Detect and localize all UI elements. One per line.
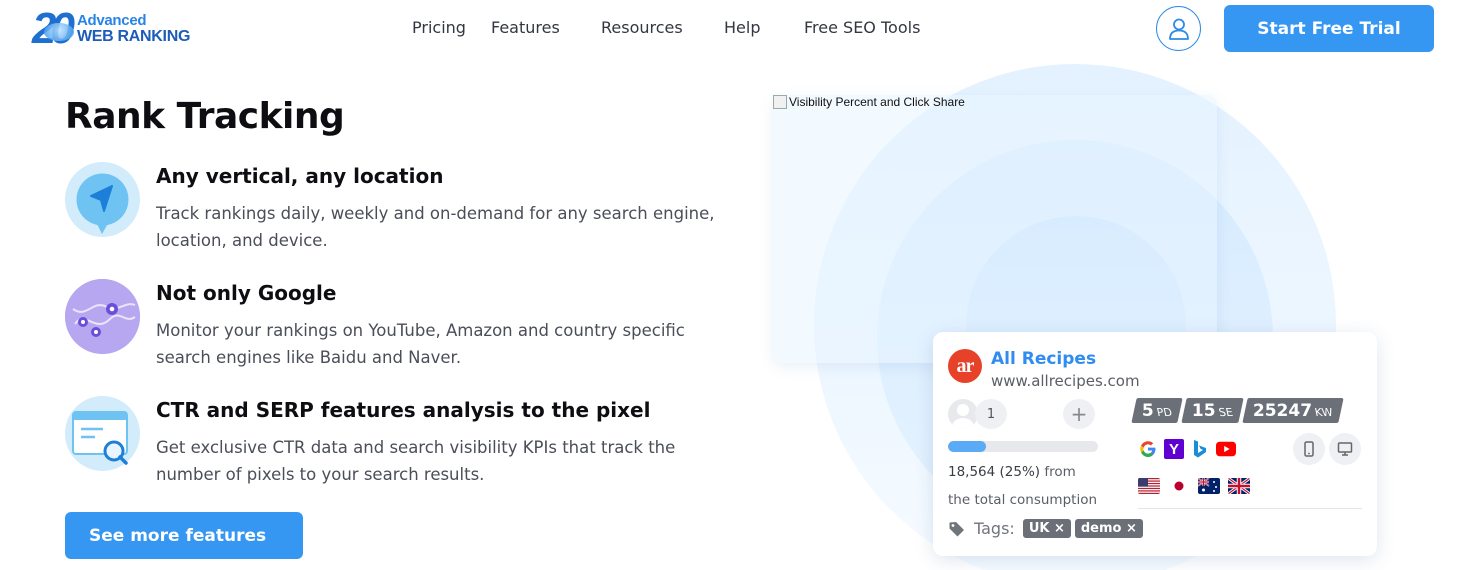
tag-demo[interactable]: demo × [1074,519,1143,538]
page-title: Rank Tracking [65,96,345,137]
tag-uk[interactable]: UK × [1022,519,1071,538]
usage-value: 18,564 (25%) [948,464,1041,480]
nav-free-seo-tools[interactable]: Free SEO Tools [804,18,920,37]
stat-badge-pd: 5 PD [1131,398,1183,423]
feature-text: Monitor your rankings on YouTube, Amazon… [156,321,685,367]
feature-text: Track rankings daily, weekly and on-dema… [156,204,715,250]
tag-icon [949,521,964,536]
tags-row: Tags: UK × demo × [948,519,1143,538]
logo-line-2: WEB RANKING [76,28,191,45]
desktop-device-button[interactable] [1329,433,1361,465]
broken-image-icon [773,95,787,109]
location-flags [1138,478,1250,494]
start-free-trial-button[interactable]: Start Free Trial [1224,5,1434,52]
globe-icon [44,23,74,41]
allrecipes-logo: ar [948,349,982,383]
usage-progress-fill [948,441,986,452]
add-user-button[interactable]: + [1063,399,1095,429]
japan-flag-icon [1168,478,1190,494]
logo-wordmark: Advanced WEB RANKING [77,13,190,45]
usage-from: from [1044,464,1076,480]
user-count-badge: 1 [975,399,1007,429]
nav-pricing[interactable]: Pricing [412,18,466,37]
serp-analysis-icon [65,396,140,471]
australia-flag-icon [1198,478,1220,494]
bing-icon [1190,439,1210,459]
tags-label: Tags: [974,519,1015,538]
desktop-icon [1337,442,1353,456]
broken-image: Visibility Percent and Click Share [773,95,965,109]
mobile-icon [1304,441,1314,457]
location-arrow-icon [65,162,140,237]
youtube-icon [1216,439,1236,459]
stat-badge-se: 15 SE [1181,398,1244,423]
yahoo-icon: Y [1164,439,1184,459]
site-url: www.allrecipes.com [991,372,1140,390]
logo-line-1: Advanced [76,12,147,29]
uk-flag-icon [1228,478,1250,494]
usage-text: 18,564 (25%) from the total consumption [948,458,1108,514]
feature-title: Not only Google [156,281,337,305]
visibility-image-placeholder: Visibility Percent and Click Share [773,95,1217,363]
logo-20-mark: 20 [32,7,75,51]
user-icon [1168,18,1189,40]
project-card: ar All Recipes www.allrecipes.com 1 + 18… [933,332,1377,556]
map-pins-icon [65,279,140,354]
search-engine-list: Y [1138,439,1236,459]
divider [1138,508,1362,509]
usage-progress-bar [948,441,1098,452]
account-button[interactable] [1156,6,1201,51]
brand-logo[interactable]: 20 Advanced WEB RANKING [32,7,202,51]
google-icon [1138,439,1158,459]
nav-resources[interactable]: Resources [601,18,683,37]
mobile-device-button[interactable] [1293,433,1325,465]
feature-text: Get exclusive CTR data and search visibi… [156,438,676,484]
us-flag-icon [1138,478,1160,494]
stats-badges: 5 PD 15 SE 25247 KW [1131,398,1344,423]
usage-rest: the total consumption [948,492,1098,508]
feature-title: Any vertical, any location [156,164,444,188]
nav-help[interactable]: Help [724,18,760,37]
nav-features[interactable]: Features [491,18,560,37]
site-name[interactable]: All Recipes [991,349,1096,369]
feature-title: CTR and SERP features analysis to the pi… [156,398,651,422]
see-more-features-button[interactable]: See more features [65,512,303,559]
avatar [948,399,978,429]
image-alt-text: Visibility Percent and Click Share [789,95,965,109]
stat-badge-kw: 25247 KW [1241,398,1344,423]
